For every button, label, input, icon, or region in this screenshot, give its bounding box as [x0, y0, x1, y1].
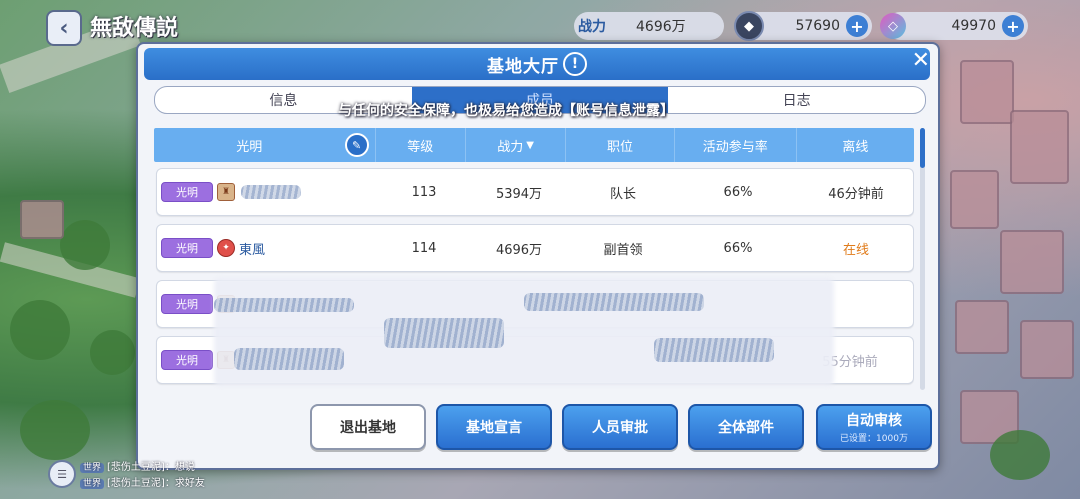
power-display: 战力 4696万: [574, 12, 724, 40]
auto-approve-threshold: 已设置：1000万: [840, 434, 908, 444]
tab-log[interactable]: 日志: [668, 87, 925, 113]
edit-icon[interactable]: ✎: [344, 133, 369, 157]
member-list: 光明 ♜ 113 5394万 队长 66% 46分钟前 光明 ✦ 東風 114 …: [154, 168, 914, 390]
redaction-scribble: [234, 348, 344, 370]
member-approval-button[interactable]: 人员审批: [562, 404, 678, 450]
redaction-scribble: [524, 293, 704, 311]
chat-line: 世界 [悲伤土豆泥]：想说: [80, 458, 195, 473]
faction-badge: 光明: [161, 182, 213, 202]
sort-down-icon: ▼: [526, 139, 534, 151]
faction-badge: 光明: [161, 238, 213, 258]
all-mail-button[interactable]: 全体部件: [688, 404, 804, 450]
base-hall-dialog: 基地大厅 ! ✕ 信息 成员 日志 与任何的安全保障，也极易给您造成【账号信息泄…: [136, 42, 940, 470]
member-level: 113: [411, 184, 437, 200]
redaction-scribble: [214, 298, 354, 312]
dialog-header: 基地大厅 !: [144, 48, 930, 80]
resource-1: ◆ 57690 +: [734, 11, 872, 41]
member-activity: 66%: [723, 184, 753, 200]
base-declaration-button[interactable]: 基地宣言: [436, 404, 552, 450]
column-name[interactable]: 光明 ✎: [154, 128, 376, 162]
member-activity: 66%: [723, 240, 753, 256]
column-offline[interactable]: 离线: [797, 128, 914, 162]
scroll-thumb[interactable]: [920, 128, 925, 168]
faction-badge: 光明: [161, 350, 213, 370]
auto-approve-button[interactable]: 自动审核 已设置：1000万: [816, 404, 932, 450]
rank-icon: ✦: [217, 239, 235, 257]
redaction-scribble: [654, 338, 774, 362]
close-icon[interactable]: ✕: [912, 48, 930, 73]
add-resource-1-button[interactable]: +: [846, 15, 868, 37]
power-label: 战力: [578, 19, 606, 35]
gem-icon: ◆: [734, 11, 764, 41]
member-power: 4696万: [495, 242, 543, 258]
column-position[interactable]: 职位: [566, 128, 675, 162]
member-power: 5394万: [495, 186, 543, 202]
game-title: 無敌傳説: [90, 16, 179, 41]
rank-icon: ♜: [217, 183, 235, 201]
chat-preview[interactable]: ☰ 世界 [悲伤土豆泥]：想说 世界 [悲伤土豆泥]：求好友: [40, 456, 270, 496]
table-row[interactable]: 光明 ♜ 113 5394万 队长 66% 46分钟前: [156, 168, 914, 216]
resource-2: ◇ 49970 +: [880, 12, 1028, 40]
member-cell: 光明 ♜: [157, 182, 379, 202]
faction-badge: 光明: [161, 294, 213, 314]
column-level[interactable]: 等级: [376, 128, 466, 162]
member-cell: 光明 ✦ 東風: [157, 238, 379, 258]
member-list-scrollbar[interactable]: [920, 128, 925, 390]
info-icon[interactable]: !: [563, 52, 587, 76]
dialog-title: 基地大厅: [487, 56, 559, 77]
member-position: 副首领: [603, 242, 643, 258]
member-level: 114: [411, 240, 437, 256]
member-position: 队长: [609, 186, 636, 202]
column-activity[interactable]: 活动参与率: [675, 128, 797, 162]
redaction-scribble: [384, 318, 504, 348]
add-resource-2-button[interactable]: +: [1002, 15, 1024, 37]
resource-1-value: 57690: [795, 18, 840, 34]
crystal-icon: ◇: [880, 13, 906, 39]
table-row[interactable]: 光明 ✦ 東風 114 4696万 副首领 66% 在线: [156, 224, 914, 272]
redacted-name: [241, 185, 301, 199]
leave-base-button[interactable]: 退出基地: [310, 404, 426, 450]
member-name: 東風: [239, 242, 266, 258]
power-value: 4696万: [636, 19, 686, 35]
chat-icon[interactable]: ☰: [48, 460, 76, 488]
resource-2-value: 49970: [951, 18, 996, 34]
member-offline: 46分钟前: [828, 186, 884, 202]
chat-line: 世界 [悲伤土豆泥]：求好友: [80, 474, 205, 489]
table-header: 光明 ✎ 等级 战力 ▼ 职位 活动参与率 离线: [154, 128, 914, 162]
column-power[interactable]: 战力 ▼: [466, 128, 567, 162]
back-arrow-icon: ‹: [59, 15, 69, 41]
back-button[interactable]: ‹: [46, 10, 82, 46]
security-warning-marquee: 与任何的安全保障，也极易给您造成【账号信息泄露】: [338, 103, 674, 119]
member-online-status: 在线: [842, 242, 869, 258]
